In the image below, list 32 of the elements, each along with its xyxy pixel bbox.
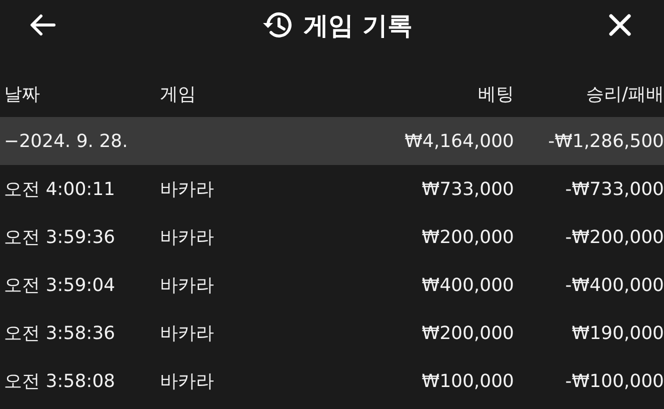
table-cell-text: 바카라 <box>159 226 215 249</box>
column-header: 날짜 <box>4 82 41 106</box>
history-icon <box>262 11 292 39</box>
table-cell: -₩400,000 <box>565 274 664 296</box>
table-cell-text: 오전 3:59:36 <box>4 226 116 249</box>
table-cell-text: 오전 3:59:04 <box>4 274 116 297</box>
table-cell: -₩100,000 <box>565 370 664 392</box>
table-cell: ₩400,000 <box>422 274 514 296</box>
table-cell: -₩733,000 <box>565 178 664 200</box>
close-icon[interactable] <box>606 11 634 39</box>
table-cell: ₩100,000 <box>422 370 514 392</box>
table-cell-text: 오전 3:58:08 <box>4 370 116 393</box>
table-cell-text: 바카라 <box>159 274 215 297</box>
window-title: 게임 기록 <box>304 10 412 42</box>
table-cell-text: 바카라 <box>159 322 215 345</box>
table-cell-text: 바카라 <box>159 178 215 201</box>
table-cell-text: 오전 4:00:11 <box>4 178 116 201</box>
table-cell: ₩190,000 <box>572 322 664 344</box>
group-date: −2024. 9. 28. <box>4 130 129 152</box>
table-cell: ₩200,000 <box>422 226 514 248</box>
group-bet-total: ₩4,164,000 <box>404 130 514 152</box>
back-arrow-icon[interactable] <box>28 12 58 38</box>
table-cell-text: 오전 3:58:36 <box>4 322 116 345</box>
column-header: 게임 <box>159 82 197 106</box>
table-cell: -₩200,000 <box>565 226 664 248</box>
column-header: 승리/패배 <box>586 82 664 106</box>
group-result-total: -₩1,286,500 <box>548 130 664 152</box>
column-header: 베팅 <box>478 82 514 106</box>
table-cell-text: 바카라 <box>159 370 215 393</box>
date-group-row[interactable]: −2024. 9. 28. ₩4,164,000 -₩1,286,500 <box>0 117 664 165</box>
table-cell: ₩733,000 <box>422 178 514 200</box>
table-cell: ₩200,000 <box>422 322 514 344</box>
